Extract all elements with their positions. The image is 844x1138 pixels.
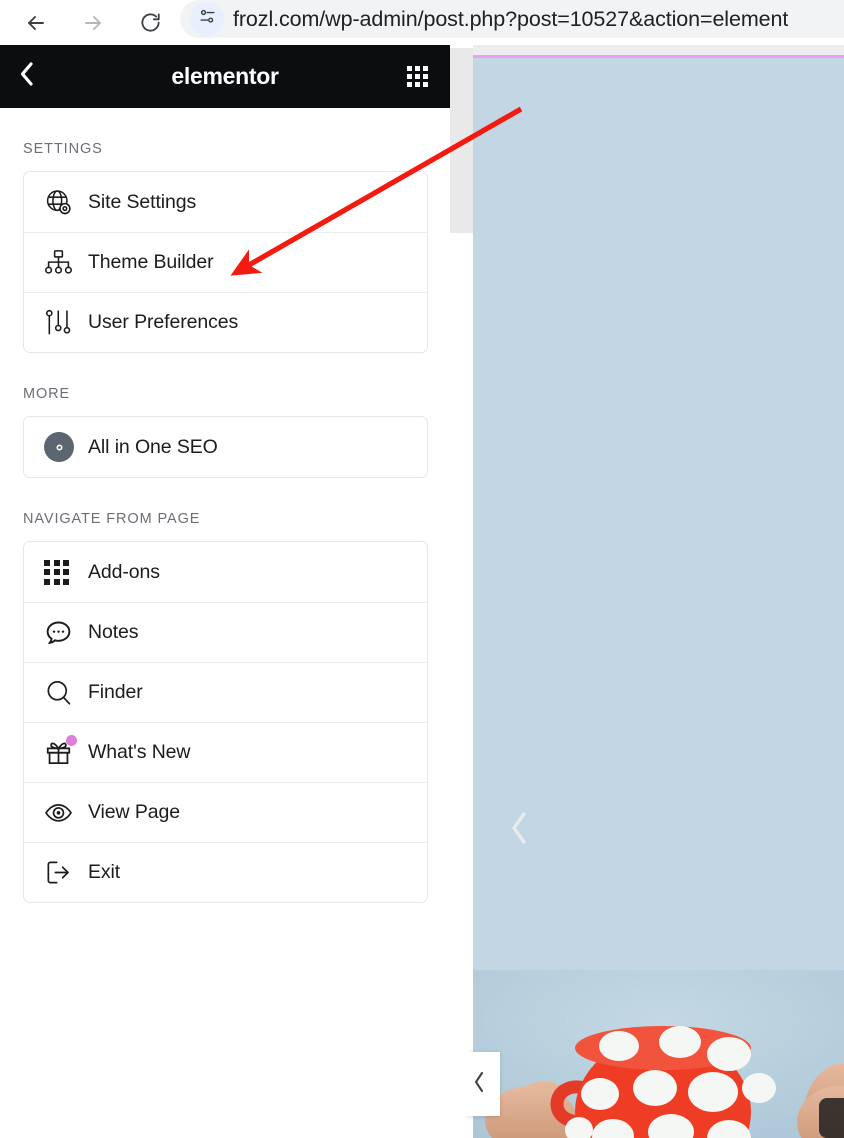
settings-menu-card: Site Settings Theme Builder User Prefere… xyxy=(23,171,428,353)
preview-canvas xyxy=(450,45,844,1138)
panel-apps-button[interactable] xyxy=(407,66,428,87)
menu-item-theme-builder[interactable]: Theme Builder xyxy=(24,232,427,292)
menu-item-label: Theme Builder xyxy=(88,251,214,273)
menu-item-label: Site Settings xyxy=(88,190,197,213)
reload-icon xyxy=(139,11,162,34)
menu-item-user-preferences[interactable]: User Preferences xyxy=(24,292,427,352)
menu-item-finder[interactable]: Finder xyxy=(24,662,427,722)
panel-header: elementor xyxy=(0,45,450,108)
navigate-menu-card: Add-ons Notes Finder What's New View Pag… xyxy=(23,541,428,903)
sitemap-icon xyxy=(44,248,88,277)
aioseo-gear-icon xyxy=(44,432,88,462)
menu-item-label: Exit xyxy=(88,861,121,883)
chevron-left-icon xyxy=(18,61,35,92)
menu-item-label: Add-ons xyxy=(88,560,160,583)
address-bar[interactable]: frozl.com/wp-admin/post.php?post=10527&a… xyxy=(180,0,844,38)
menu-item-label: Finder xyxy=(88,681,143,703)
slider-prev-button[interactable] xyxy=(499,808,539,848)
search-icon xyxy=(44,678,88,707)
app-screen: frozl.com/wp-admin/post.php?post=10527&a… xyxy=(0,0,844,1138)
tune-icon xyxy=(198,7,217,31)
arrow-right-icon xyxy=(81,11,105,35)
site-information-button[interactable] xyxy=(190,2,224,36)
exit-icon xyxy=(44,858,88,887)
menu-item-whats-new[interactable]: What's New xyxy=(24,722,427,782)
comment-dots-icon xyxy=(44,618,88,647)
panel-body: SETTINGS Site Settings Theme Builder Use… xyxy=(0,141,463,903)
page-frame xyxy=(464,55,844,1138)
menu-item-label: User Preferences xyxy=(88,311,239,333)
forward-button[interactable] xyxy=(73,3,113,43)
menu-item-notes[interactable]: Notes xyxy=(24,602,427,662)
menu-item-view-page[interactable]: View Page xyxy=(24,782,427,842)
reload-button[interactable] xyxy=(130,3,170,43)
url-text[interactable]: frozl.com/wp-admin/post.php?post=10527&a… xyxy=(233,7,788,32)
chevron-left-icon xyxy=(472,1071,486,1098)
menu-item-label: All in One SEO xyxy=(88,435,218,458)
hero-photo xyxy=(467,970,844,1138)
preview-scrollbar[interactable] xyxy=(450,45,473,1138)
section-label-navigate-from-page: NAVIGATE FROM PAGE xyxy=(23,511,201,527)
menu-item-site-settings[interactable]: Site Settings xyxy=(24,172,427,232)
menu-item-all-in-one-seo[interactable]: All in One SEO xyxy=(24,417,427,477)
panel-back-button[interactable] xyxy=(18,61,35,92)
page-preview xyxy=(450,45,844,1138)
gift-icon xyxy=(44,735,88,767)
arrow-left-icon xyxy=(24,11,48,35)
scrollbar-thumb[interactable] xyxy=(450,48,473,233)
menu-item-label: Notes xyxy=(88,621,139,643)
panel-collapse-handle[interactable] xyxy=(467,1052,500,1116)
notification-badge xyxy=(66,735,77,746)
browser-toolbar: frozl.com/wp-admin/post.php?post=10527&a… xyxy=(0,0,844,45)
section-label-more: MORE xyxy=(23,386,71,402)
menu-item-label: View Page xyxy=(88,801,180,823)
grid-apps-icon xyxy=(407,66,428,87)
menu-item-exit[interactable]: Exit xyxy=(24,842,427,902)
menu-item-label: What's New xyxy=(88,741,191,763)
section-label-settings: SETTINGS xyxy=(23,141,103,157)
menu-item-add-ons[interactable]: Add-ons xyxy=(24,542,427,602)
panel-title: elementor xyxy=(171,63,279,89)
grid-apps-icon xyxy=(44,559,88,585)
elementor-panel: elementor SETTINGS Site Settings Theme B… xyxy=(0,45,463,1138)
back-button[interactable] xyxy=(16,3,56,43)
more-menu-card: All in One SEO xyxy=(23,416,428,478)
sliders-icon xyxy=(44,308,88,337)
eye-icon xyxy=(44,798,88,827)
globe-settings-icon xyxy=(44,188,88,217)
